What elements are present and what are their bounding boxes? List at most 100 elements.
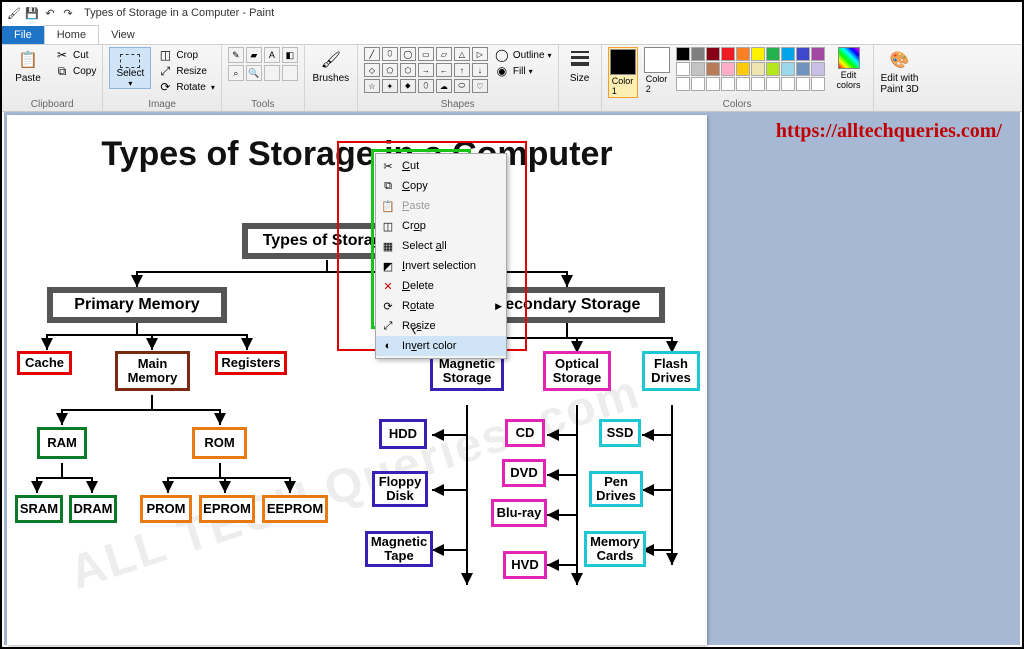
copy-icon: ⧉	[380, 180, 396, 193]
node-sram: SRAM	[15, 495, 63, 523]
text-icon[interactable]: A	[264, 47, 280, 63]
ctx-crop[interactable]: ◫Crop	[376, 216, 506, 236]
picker-icon[interactable]: ⌕	[228, 65, 244, 81]
node-registers: Registers	[215, 351, 287, 375]
palette-swatch[interactable]	[676, 47, 690, 61]
color2-well	[644, 47, 670, 73]
palette-swatch[interactable]	[811, 47, 825, 61]
tab-view[interactable]: View	[99, 26, 147, 44]
brushes-button[interactable]: 🖌 Brushes	[311, 47, 351, 84]
select-icon	[120, 54, 140, 68]
palette-swatch[interactable]	[691, 62, 705, 76]
quick-access-toolbar: 🖌 💾 ↶ ↷	[6, 5, 76, 21]
tab-home[interactable]: Home	[44, 25, 99, 44]
ctx-delete[interactable]: ✕Delete	[376, 276, 506, 296]
node-cd: CD	[505, 419, 545, 447]
invertcolor-icon: ◐	[380, 340, 396, 352]
fill-button[interactable]: ◉Fill▾	[494, 63, 552, 79]
fill-icon: ◉	[494, 63, 510, 79]
save-icon[interactable]: 💾	[24, 5, 40, 21]
redo-icon[interactable]: ↷	[60, 5, 76, 21]
select-button[interactable]: Select ▾	[109, 47, 151, 89]
palette-swatch[interactable]	[736, 47, 750, 61]
resize-button[interactable]: ⤢Resize	[157, 63, 214, 79]
palette-swatch[interactable]	[811, 77, 825, 91]
size-button[interactable]: Size	[565, 47, 595, 84]
palette-swatch[interactable]	[721, 62, 735, 76]
pencil-icon[interactable]: ✎	[228, 47, 244, 63]
palette-swatch[interactable]	[736, 77, 750, 91]
selectall-icon: ▦	[380, 240, 396, 253]
edit-colors-button[interactable]: Edit colors	[831, 47, 867, 90]
undo-icon[interactable]: ↶	[42, 5, 58, 21]
zoom-icon[interactable]: 🔍	[246, 65, 262, 81]
canvas[interactable]: ALL TECH Queries .com Types of Storage i…	[7, 115, 707, 645]
palette-swatch[interactable]	[706, 77, 720, 91]
node-floppy: Floppy Disk	[372, 471, 428, 507]
palette-swatch[interactable]	[751, 47, 765, 61]
context-menu: ✂Cut ⧉Copy 📋Paste ◫Crop ▦Select all ◩Inv…	[375, 153, 507, 359]
node-dram: DRAM	[69, 495, 117, 523]
palette-swatch[interactable]	[706, 47, 720, 61]
rotate-icon: ⟳	[157, 79, 173, 95]
palette-swatch[interactable]	[706, 62, 720, 76]
color-palette	[676, 47, 825, 91]
palette-swatch[interactable]	[676, 62, 690, 76]
chevron-right-icon: ▶	[495, 301, 502, 312]
palette-swatch[interactable]	[766, 47, 780, 61]
ctx-selectall[interactable]: ▦Select all	[376, 236, 506, 256]
palette-swatch[interactable]	[796, 77, 810, 91]
palette-swatch[interactable]	[781, 77, 795, 91]
paint3d-button[interactable]: 🎨 Edit with Paint 3D	[880, 47, 920, 95]
node-ssd: SSD	[599, 419, 641, 447]
ctx-cut[interactable]: ✂Cut	[376, 156, 506, 176]
crop-button[interactable]: ◫Crop	[157, 47, 214, 63]
palette-swatch[interactable]	[796, 62, 810, 76]
palette-swatch[interactable]	[736, 62, 750, 76]
color1-button[interactable]: Color 1	[608, 47, 638, 98]
palette-swatch[interactable]	[676, 77, 690, 91]
cut-icon: ✂	[54, 47, 70, 63]
palette-swatch[interactable]	[721, 47, 735, 61]
resize-icon: ⤢	[157, 63, 173, 79]
outline-button[interactable]: ◯Outline▾	[494, 47, 552, 63]
ctx-rotate[interactable]: ⟳Rotate▶	[376, 296, 506, 316]
node-pendrives: Pen Drives	[589, 471, 643, 507]
overlay-url: https://alltechqueries.com/	[776, 120, 1002, 143]
palette-swatch[interactable]	[766, 62, 780, 76]
crop-icon: ◫	[380, 220, 396, 233]
tools-grid[interactable]: ✎▰A◧ ⌕🔍	[228, 47, 298, 81]
palette-swatch[interactable]	[781, 47, 795, 61]
shapes-grid[interactable]: ╱⬯◯▭▱△▷ ◇⬠⬡→←↑↓ ☆✦⬥⬯☁⬭♡	[364, 47, 488, 93]
copy-button[interactable]: ⧉Copy	[54, 63, 96, 79]
palette-swatch[interactable]	[751, 77, 765, 91]
workspace: ALL TECH Queries .com Types of Storage i…	[4, 112, 1020, 645]
ctx-resize[interactable]: ⤢Resize	[376, 316, 506, 336]
outline-icon: ◯	[494, 47, 510, 63]
bucket-icon[interactable]: ▰	[246, 47, 262, 63]
palette-swatch[interactable]	[811, 62, 825, 76]
palette-swatch[interactable]	[691, 77, 705, 91]
watermark: ALL TECH Queries .com	[63, 364, 647, 600]
palette-swatch[interactable]	[781, 62, 795, 76]
cut-button[interactable]: ✂Cut	[54, 47, 96, 63]
color2-button[interactable]: Color 2	[644, 47, 670, 94]
eraser-icon[interactable]: ◧	[282, 47, 298, 63]
palette-swatch[interactable]	[691, 47, 705, 61]
edit-colors-icon	[838, 47, 860, 69]
palette-swatch[interactable]	[721, 77, 735, 91]
palette-swatch[interactable]	[766, 77, 780, 91]
ctx-copy[interactable]: ⧉Copy	[376, 176, 506, 196]
palette-swatch[interactable]	[796, 47, 810, 61]
ctx-invert-color[interactable]: ◐Invert color	[376, 336, 506, 356]
node-magtape: Magnetic Tape	[365, 531, 433, 567]
app-icon: 🖌	[6, 5, 22, 21]
paste-button[interactable]: 📋 Paste	[8, 47, 48, 84]
node-cache: Cache	[17, 351, 72, 375]
rotate-button[interactable]: ⟳Rotate▾	[157, 79, 214, 95]
ctx-invert-selection[interactable]: ◩Invert selection	[376, 256, 506, 276]
node-eprom: EPROM	[199, 495, 255, 523]
palette-swatch[interactable]	[751, 62, 765, 76]
group-colors: Color 1 Color 2 Edit colors Colors	[602, 45, 874, 111]
tab-file[interactable]: File	[2, 26, 44, 44]
